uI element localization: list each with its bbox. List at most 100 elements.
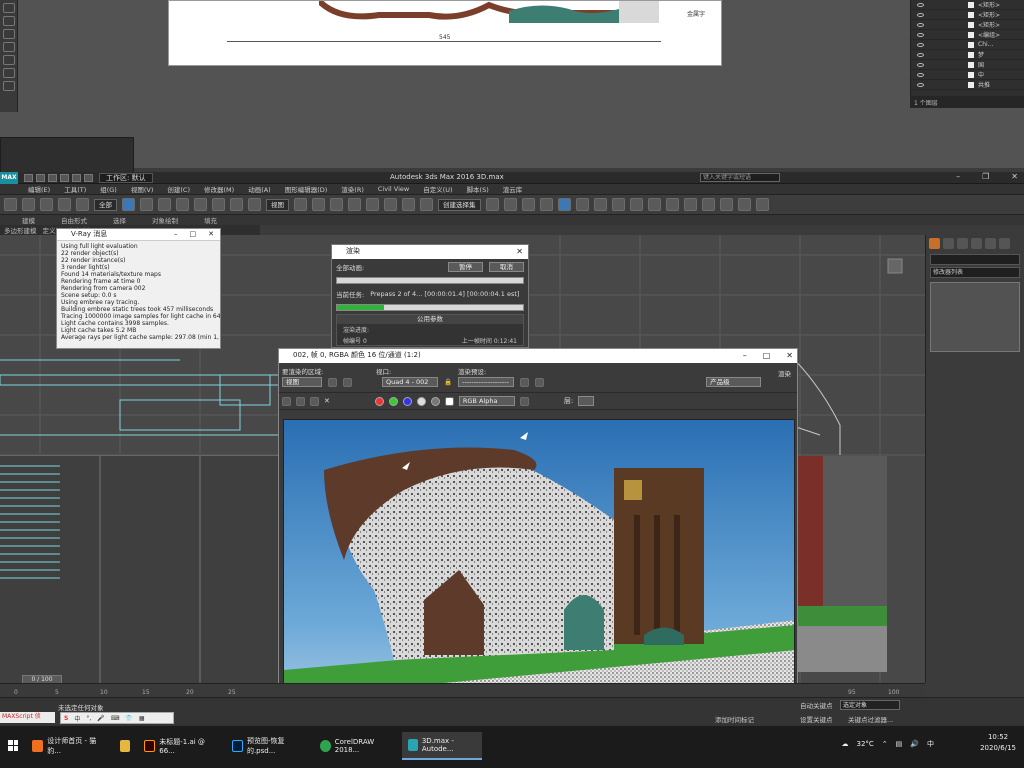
taskbar-item-illustrator[interactable]: 未标题-1.ai @ 66... <box>138 732 224 760</box>
curve-editor-icon[interactable] <box>575 198 589 211</box>
layer-row[interactable]: 共推 <box>911 80 1024 90</box>
minimize-icon[interactable]: – <box>168 229 184 240</box>
tab-freeform[interactable]: 自由形式 <box>61 215 87 225</box>
menu-item-scripting[interactable]: 脚本(S) <box>467 184 489 194</box>
alpha-channel-icon[interactable] <box>416 396 426 406</box>
undo-icon[interactable] <box>4 198 17 211</box>
eye-icon[interactable] <box>917 72 924 77</box>
spinner-snap-icon[interactable] <box>402 198 415 211</box>
reference-coordinate-dropdown[interactable]: 视图 <box>266 198 289 211</box>
shape-tool-icon[interactable] <box>2 42 15 52</box>
screen-mode-icon[interactable] <box>2 81 15 91</box>
motion-tab-icon[interactable] <box>971 238 982 249</box>
create-tab-icon[interactable] <box>929 238 940 249</box>
display-tab-icon[interactable] <box>985 238 996 249</box>
clear-icon[interactable]: ✕ <box>324 397 330 405</box>
eye-icon[interactable] <box>917 12 924 17</box>
taskbar-item-photoshop[interactable]: 预览图-恢复的.psd... <box>226 732 312 760</box>
production-dropdown[interactable]: 产品级 <box>706 377 762 387</box>
cancel-button[interactable]: 取消 <box>489 262 524 272</box>
type-tool-icon[interactable] <box>2 29 15 39</box>
weather-icon[interactable]: ☁ <box>841 740 848 748</box>
placement-icon[interactable] <box>248 198 261 211</box>
lock-icon[interactable]: 🔒 <box>444 378 452 386</box>
project-folder-icon[interactable] <box>84 173 93 182</box>
close-icon[interactable]: ✕ <box>202 229 220 240</box>
bind-spacewarp-icon[interactable] <box>76 198 89 211</box>
close-icon[interactable]: ✕ <box>516 245 523 258</box>
red-channel-icon[interactable] <box>374 396 384 406</box>
edit-named-selection-icon[interactable] <box>420 198 433 211</box>
move-icon[interactable] <box>194 198 207 211</box>
pivot-icon[interactable] <box>294 198 307 211</box>
select-object-icon[interactable] <box>122 198 135 211</box>
keyboard-shortcut-icon[interactable] <box>330 198 343 211</box>
close-icon[interactable]: ✕ <box>1011 172 1018 181</box>
selection-tool-icon[interactable] <box>2 3 15 13</box>
front-viewport[interactable] <box>0 455 280 684</box>
undo-icon[interactable] <box>60 173 69 182</box>
link-icon[interactable] <box>40 198 53 211</box>
layer-row[interactable]: <编组> <box>911 30 1024 40</box>
layer-row[interactable]: Chi... <box>911 40 1024 50</box>
selection-filter-dropdown[interactable]: 全部 <box>94 198 117 211</box>
menu-item-animation[interactable]: 动画(A) <box>248 184 271 194</box>
restore-icon[interactable]: ❐ <box>982 172 989 181</box>
environment-icon[interactable] <box>535 377 545 387</box>
common-params-header[interactable]: 公用参数 <box>337 315 523 324</box>
close-icon[interactable]: ✕ <box>786 349 793 362</box>
select-by-name-icon[interactable] <box>140 198 153 211</box>
align-icon[interactable] <box>503 198 517 211</box>
ime-indicator[interactable]: 中 <box>927 739 934 749</box>
layer-row[interactable]: <矩形> <box>911 0 1024 10</box>
layer-row[interactable]: 梦 <box>911 50 1024 60</box>
workspace-selector[interactable]: 工作区: 默认 <box>99 172 153 183</box>
render-production-icon[interactable] <box>665 198 679 211</box>
taskbar-item-3dsmax[interactable]: 3D.max - Autode... <box>402 732 482 760</box>
redo-icon[interactable] <box>72 173 81 182</box>
render-setup-icon[interactable] <box>520 377 530 387</box>
snap-icon[interactable] <box>348 198 361 211</box>
maximize-icon[interactable]: □ <box>184 229 203 240</box>
menu-item-tools[interactable]: 工具(T) <box>64 184 86 194</box>
rotate-icon[interactable] <box>212 198 225 211</box>
key-filters-button[interactable]: 关键点过滤器... <box>848 714 893 724</box>
taskbar-item-explorer[interactable] <box>114 732 136 760</box>
eye-icon[interactable] <box>917 2 924 7</box>
copy-image-icon[interactable] <box>296 396 305 406</box>
zoom-tool-icon[interactable] <box>2 55 15 65</box>
hierarchy-tab-icon[interactable] <box>957 238 968 249</box>
common-params-rollout[interactable]: 公用参数 渲染进度: 帧编号 0 上一帧时间 0:12:41 <box>336 314 524 346</box>
vray-frame-buffer-icon[interactable] <box>755 198 769 211</box>
layer-explorer-icon[interactable] <box>521 198 535 211</box>
search-input[interactable]: 键入关键字或短语 <box>700 173 780 182</box>
eye-icon[interactable] <box>917 62 924 67</box>
clock[interactable]: 10:52 2020/6/15 <box>980 732 1016 754</box>
render-button[interactable]: 渲染 <box>778 368 791 378</box>
channel-display-icon[interactable] <box>519 396 529 406</box>
window-crossing-icon[interactable] <box>176 198 189 211</box>
scene-explorer-icon[interactable] <box>557 198 571 211</box>
material-editor-icon[interactable] <box>611 198 625 211</box>
eye-icon[interactable] <box>917 42 924 47</box>
ime-mode[interactable]: 中 <box>74 714 80 723</box>
auto-region-icon[interactable] <box>343 377 352 387</box>
taskbar-item-browser[interactable]: 设计师首页 - 猫豹... <box>26 732 112 760</box>
network-icon[interactable]: ▤ <box>896 740 903 748</box>
channel-dropdown[interactable]: RGB Alpha <box>458 396 515 406</box>
minimize-icon[interactable]: – <box>743 349 747 362</box>
schematic-view-icon[interactable] <box>593 198 607 211</box>
camera-viewport-preview[interactable] <box>797 456 887 672</box>
modify-tab-icon[interactable] <box>943 238 954 249</box>
ribbon-toggle-icon[interactable] <box>539 198 553 211</box>
layer-row[interactable]: <矩形> <box>911 10 1024 20</box>
menu-item-edit[interactable]: 编辑(E) <box>28 184 50 194</box>
render-cloud-icon[interactable] <box>683 198 697 211</box>
eye-icon[interactable] <box>917 22 924 27</box>
angle-snap-icon[interactable] <box>366 198 379 211</box>
eye-icon[interactable] <box>917 32 924 37</box>
menu-item-civil-view[interactable]: Civil View <box>378 185 409 193</box>
add-time-tag-button[interactable]: 添加时间标记 <box>715 714 754 724</box>
blue-channel-icon[interactable] <box>402 396 412 406</box>
fill-stroke-icon[interactable] <box>2 68 15 78</box>
